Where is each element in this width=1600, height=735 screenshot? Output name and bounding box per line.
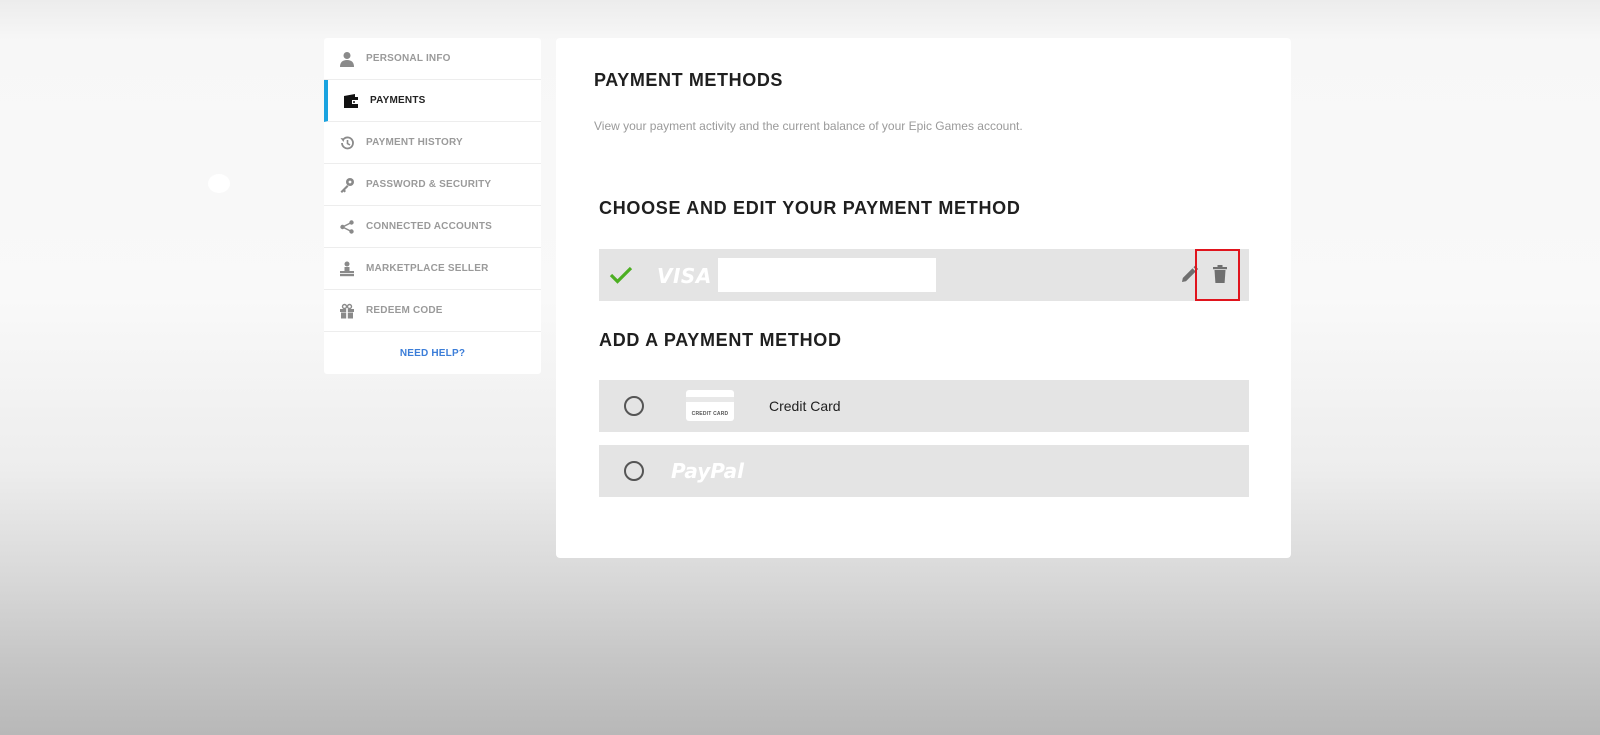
page-subtitle: View your payment activity and the curre… <box>594 119 1023 133</box>
sidebar-item-label: CONNECTED ACCOUNTS <box>366 221 493 232</box>
cursor-dot <box>208 174 230 193</box>
sidebar-item-personal-info[interactable]: PERSONAL INFO <box>324 38 541 80</box>
sidebar-item-label: PAYMENTS <box>370 95 426 106</box>
sidebar-item-marketplace-seller[interactable]: MARKETPLACE SELLER <box>324 248 541 290</box>
sidebar-item-label: MARKETPLACE SELLER <box>366 263 489 274</box>
delete-icon[interactable] <box>1211 264 1229 289</box>
credit-card-option[interactable]: CREDIT CARD Credit Card <box>599 380 1249 432</box>
sidebar-item-password-security[interactable]: PASSWORD & SECURITY <box>324 164 541 206</box>
credit-card-radio[interactable] <box>624 396 644 416</box>
sidebar-item-connected-accounts[interactable]: CONNECTED ACCOUNTS <box>324 206 541 248</box>
sidebar-item-redeem-code[interactable]: REDEEM CODE <box>324 290 541 332</box>
card-number-field[interactable] <box>718 258 936 292</box>
sidebar-item-label: PAYMENT HISTORY <box>366 137 463 148</box>
seller-icon <box>338 260 356 278</box>
history-icon <box>338 134 356 152</box>
edit-icon[interactable] <box>1179 265 1199 290</box>
credit-card-graphic: CREDIT CARD <box>686 390 734 421</box>
need-help-link[interactable]: NEED HELP? <box>324 348 541 359</box>
gift-icon <box>338 302 356 320</box>
key-icon <box>338 176 356 194</box>
visa-logo: VISA <box>657 264 712 288</box>
saved-payment-method[interactable]: VISA <box>599 249 1249 301</box>
check-icon <box>609 265 633 290</box>
paypal-option[interactable]: PayPal <box>599 445 1249 497</box>
paypal-logo: PayPal <box>671 459 745 483</box>
paypal-radio[interactable] <box>624 461 644 481</box>
sidebar-item-label: REDEEM CODE <box>366 305 443 316</box>
person-icon <box>338 50 356 68</box>
page-title: PAYMENT METHODS <box>594 70 784 90</box>
sidebar-item-label: PERSONAL INFO <box>366 53 451 64</box>
account-sidebar: PERSONAL INFO PAYMENTS PAYMENT HISTORY P… <box>324 38 541 374</box>
wallet-icon <box>342 92 360 110</box>
sidebar-item-label: PASSWORD & SECURITY <box>366 179 492 190</box>
credit-card-graphic-text: CREDIT CARD <box>691 411 729 417</box>
sidebar-item-payment-history[interactable]: PAYMENT HISTORY <box>324 122 541 164</box>
choose-section-title: CHOOSE AND EDIT YOUR PAYMENT METHOD <box>599 198 1021 218</box>
credit-card-label: Credit Card <box>769 398 841 414</box>
card-stripe <box>686 397 734 402</box>
payment-methods-card: PAYMENT METHODS View your payment activi… <box>556 38 1291 558</box>
add-section-title: ADD A PAYMENT METHOD <box>599 330 842 350</box>
sidebar-item-payments[interactable]: PAYMENTS <box>324 80 541 122</box>
share-icon <box>338 218 356 236</box>
